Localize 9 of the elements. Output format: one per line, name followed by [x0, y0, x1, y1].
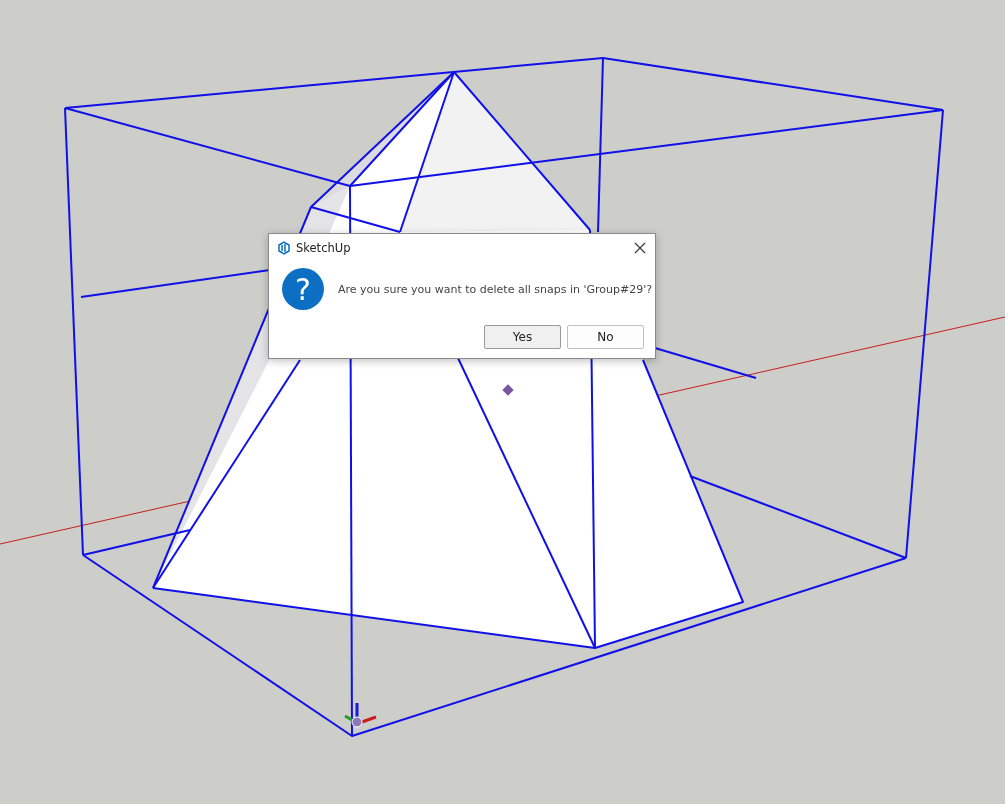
- question-icon: ?: [282, 268, 324, 310]
- axes-icon: [344, 703, 377, 728]
- dialog-message: Are you sure you want to delete all snaps in 'Group#29'?: [338, 282, 653, 296]
- cancel-button[interactable]: No: [567, 325, 644, 349]
- close-icon: [634, 242, 646, 254]
- dialog-title: SketchUp: [296, 241, 351, 255]
- point-marker-icon: [502, 384, 514, 396]
- app-logo-icon: [277, 241, 291, 255]
- confirm-button[interactable]: Yes: [484, 325, 561, 349]
